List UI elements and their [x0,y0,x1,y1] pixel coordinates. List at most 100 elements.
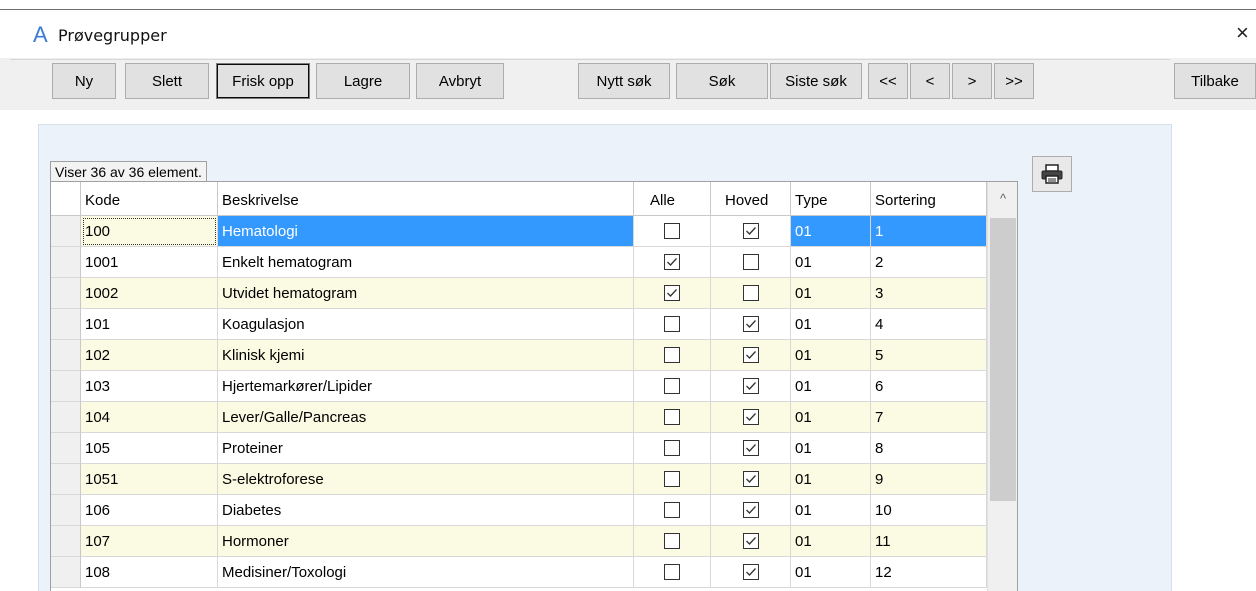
cell-sortering[interactable]: 2 [871,247,987,278]
unchecked-alle-checkbox[interactable] [664,316,680,332]
checked-alle-checkbox[interactable] [664,285,680,301]
table-row[interactable]: 106 Diabetes 01 10 [51,495,987,526]
table-row[interactable]: 108 Medisiner/Toxologi 01 12 [51,557,987,588]
cell-type[interactable]: 01 [791,557,871,588]
search-button[interactable]: Søk [676,63,768,99]
cell-type[interactable]: 01 [791,495,871,526]
cell-beskrivelse[interactable]: Enkelt hematogram [218,247,634,278]
close-icon[interactable]: × [1236,20,1249,46]
unchecked-alle-checkbox[interactable] [664,440,680,456]
last-search-button[interactable]: Siste søk [770,63,862,99]
cell-sortering[interactable]: 12 [871,557,987,588]
cell-kode[interactable]: 1051 [81,464,218,495]
header-alle[interactable]: Alle [634,182,711,215]
cell-kode[interactable]: 101 [81,309,218,340]
cell-type[interactable]: 01 [791,340,871,371]
table-row[interactable]: 103 Hjertemarkører/Lipider 01 6 [51,371,987,402]
header-kode[interactable]: Kode [81,182,218,215]
checked-hoved-checkbox[interactable] [743,347,759,363]
row-selector[interactable] [51,247,81,278]
print-button[interactable] [1032,156,1072,192]
row-selector[interactable] [51,309,81,340]
row-selector[interactable] [51,371,81,402]
cell-beskrivelse[interactable]: Utvidet hematogram [218,278,634,309]
unchecked-alle-checkbox[interactable] [664,378,680,394]
table-row[interactable]: 102 Klinisk kjemi 01 5 [51,340,987,371]
cell-type[interactable]: 01 [791,309,871,340]
table-row[interactable]: 100 Hematologi 01 1 [51,216,987,247]
cell-sortering[interactable]: 6 [871,371,987,402]
table-row[interactable]: 107 Hormoner 01 11 [51,526,987,557]
cell-sortering[interactable]: 7 [871,402,987,433]
back-button[interactable]: Tilbake [1174,63,1256,99]
cell-beskrivelse[interactable]: Hormoner [218,526,634,557]
cell-type[interactable]: 01 [791,216,871,247]
cell-kode[interactable]: 100 [81,216,218,247]
cell-kode[interactable]: 106 [81,495,218,526]
row-selector[interactable] [51,278,81,309]
cell-kode[interactable]: 103 [81,371,218,402]
cell-type[interactable]: 01 [791,402,871,433]
row-selector[interactable] [51,216,81,247]
checked-hoved-checkbox[interactable] [743,440,759,456]
delete-button[interactable]: Slett [125,63,209,99]
cell-type[interactable]: 01 [791,433,871,464]
unchecked-alle-checkbox[interactable] [664,533,680,549]
checked-hoved-checkbox[interactable] [743,502,759,518]
table-row[interactable]: 104 Lever/Galle/Pancreas 01 7 [51,402,987,433]
row-selector[interactable] [51,526,81,557]
cell-sortering[interactable]: 11 [871,526,987,557]
first-record-button[interactable]: << [868,63,908,99]
new-search-button[interactable]: Nytt søk [578,63,670,99]
cell-type[interactable]: 01 [791,247,871,278]
next-record-button[interactable]: > [952,63,992,99]
row-selector[interactable] [51,340,81,371]
cell-beskrivelse[interactable]: Koagulasjon [218,309,634,340]
cell-kode[interactable]: 1001 [81,247,218,278]
cell-kode[interactable]: 107 [81,526,218,557]
row-selector[interactable] [51,464,81,495]
header-type[interactable]: Type [791,182,871,215]
cell-beskrivelse[interactable]: Hjertemarkører/Lipider [218,371,634,402]
cell-sortering[interactable]: 4 [871,309,987,340]
cell-beskrivelse[interactable]: Klinisk kjemi [218,340,634,371]
unchecked-alle-checkbox[interactable] [664,502,680,518]
cell-type[interactable]: 01 [791,278,871,309]
cell-sortering[interactable]: 8 [871,433,987,464]
checked-hoved-checkbox[interactable] [743,223,759,239]
table-row[interactable]: 105 Proteiner 01 8 [51,433,987,464]
unchecked-hoved-checkbox[interactable] [743,254,759,270]
last-record-button[interactable]: >> [994,63,1034,99]
cell-type[interactable]: 01 [791,526,871,557]
cell-sortering[interactable]: 3 [871,278,987,309]
cell-beskrivelse[interactable]: Diabetes [218,495,634,526]
cell-kode[interactable]: 102 [81,340,218,371]
cell-beskrivelse[interactable]: Hematologi [218,216,634,247]
new-button[interactable]: Ny [52,63,116,99]
header-hoved[interactable]: Hoved [711,182,791,215]
scrollbar-thumb[interactable] [990,218,1016,501]
vertical-scrollbar[interactable]: ^ [987,182,1017,591]
row-selector[interactable] [51,402,81,433]
cell-sortering[interactable]: 5 [871,340,987,371]
unchecked-alle-checkbox[interactable] [664,223,680,239]
save-button[interactable]: Lagre [316,63,410,99]
cell-sortering[interactable]: 9 [871,464,987,495]
cell-beskrivelse[interactable]: Medisiner/Toxologi [218,557,634,588]
unchecked-alle-checkbox[interactable] [664,471,680,487]
cell-type[interactable]: 01 [791,464,871,495]
table-row[interactable]: 1001 Enkelt hematogram 01 2 [51,247,987,278]
unchecked-alle-checkbox[interactable] [664,564,680,580]
cell-sortering[interactable]: 1 [871,216,987,247]
table-row[interactable]: 101 Koagulasjon 01 4 [51,309,987,340]
cell-beskrivelse[interactable]: Proteiner [218,433,634,464]
checked-hoved-checkbox[interactable] [743,409,759,425]
cell-kode[interactable]: 108 [81,557,218,588]
cell-beskrivelse[interactable]: Lever/Galle/Pancreas [218,402,634,433]
checked-alle-checkbox[interactable] [664,254,680,270]
row-selector[interactable] [51,495,81,526]
unchecked-alle-checkbox[interactable] [664,409,680,425]
cancel-button[interactable]: Avbryt [416,63,504,99]
checked-hoved-checkbox[interactable] [743,378,759,394]
cell-type[interactable]: 01 [791,371,871,402]
